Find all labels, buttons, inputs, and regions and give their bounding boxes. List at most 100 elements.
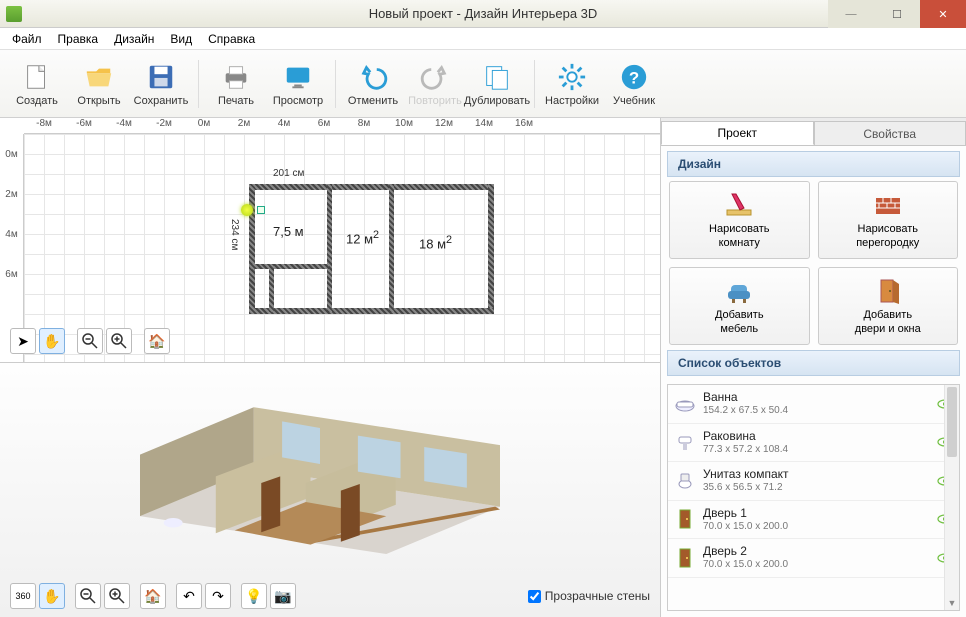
iso-render — [110, 393, 530, 573]
pan-tool[interactable]: ✋ — [39, 328, 65, 354]
door-icon — [873, 276, 903, 306]
window-title: Новый проект - Дизайн Интерьера 3D — [369, 6, 598, 21]
help-icon: ? — [618, 61, 650, 93]
floor-plan[interactable]: 7,5 м 12 м2 18 м2 201 см 234 см — [249, 164, 494, 314]
transparent-walls-input[interactable] — [528, 590, 541, 603]
dimension-width: 201 см — [273, 168, 304, 179]
door-icon — [674, 547, 696, 569]
zoom-in-button[interactable] — [106, 328, 132, 354]
door-icon — [674, 508, 696, 530]
zoom-out-3d-button[interactable] — [75, 583, 101, 609]
new-file-icon — [21, 61, 53, 93]
save-button[interactable]: Сохранить — [130, 54, 192, 114]
active-handle-icon[interactable] — [241, 204, 253, 216]
plan-2d-view[interactable]: -8м-6м-4м-2м0м2м4м6м8м10м12м14м16м 0м2м4… — [0, 118, 660, 363]
pencil-ruler-icon — [724, 190, 754, 220]
toilet-icon — [674, 470, 696, 492]
rotate-left-button[interactable]: ↶ — [176, 583, 202, 609]
object-row[interactable]: Ванна154.2 x 67.5 x 50.4 — [668, 385, 959, 424]
object-name: Дверь 1 — [703, 506, 930, 521]
object-list[interactable]: Ванна154.2 x 67.5 x 50.4Раковина77.3 x 5… — [667, 384, 960, 611]
object-name: Унитаз компакт — [703, 467, 930, 482]
scroll-down-icon[interactable]: ▼ — [945, 595, 959, 610]
toolbar-2d: ➤ ✋ 🏠 — [10, 328, 170, 354]
pointer-tool[interactable]: ➤ — [10, 328, 36, 354]
tab-properties[interactable]: Свойства — [814, 121, 966, 145]
selection-handle[interactable] — [257, 206, 265, 214]
maximize-button[interactable]: ☐ — [874, 0, 920, 28]
pan-3d-tool[interactable]: ✋ — [39, 583, 65, 609]
room-label-3: 18 м2 — [419, 234, 452, 251]
preview-button[interactable]: Просмотр — [267, 54, 329, 114]
object-name: Ванна — [703, 390, 930, 405]
object-dimensions: 70.0 x 15.0 x 200.0 — [703, 559, 930, 572]
folder-open-icon — [83, 61, 115, 93]
orbit-tool[interactable]: 360 — [10, 583, 36, 609]
transparent-walls-checkbox[interactable]: Прозрачные стены — [528, 589, 650, 603]
menubar: Файл Правка Дизайн Вид Справка — [0, 28, 966, 50]
object-name: Дверь 2 — [703, 544, 930, 559]
light-button[interactable]: 💡 — [241, 583, 267, 609]
panel-tabs: Проект Свойства — [661, 118, 966, 146]
dimension-height: 234 см — [229, 219, 240, 250]
settings-button[interactable]: Настройки — [541, 54, 603, 114]
object-name: Раковина — [703, 429, 930, 444]
print-button[interactable]: Печать — [205, 54, 267, 114]
duplicate-icon — [481, 61, 513, 93]
room-label-1: 7,5 м — [273, 224, 304, 239]
open-button[interactable]: Открыть — [68, 54, 130, 114]
armchair-icon — [724, 276, 754, 306]
object-row[interactable]: Унитаз компакт35.6 x 56.5 x 71.2 — [668, 462, 959, 501]
object-row[interactable]: Раковина77.3 x 57.2 x 108.4 — [668, 424, 959, 463]
main-toolbar: Создать Открыть Сохранить Печать Просмот… — [0, 50, 966, 118]
object-dimensions: 70.0 x 15.0 x 200.0 — [703, 521, 930, 534]
undo-button[interactable]: Отменить — [342, 54, 404, 114]
add-furniture-button[interactable]: Добавитьмебель — [669, 267, 810, 345]
object-dimensions: 35.6 x 56.5 x 71.2 — [703, 482, 930, 495]
home-button[interactable]: 🏠 — [144, 328, 170, 354]
add-doors-windows-button[interactable]: Добавитьдвери и окна — [818, 267, 959, 345]
close-button[interactable]: ✕ — [920, 0, 966, 28]
create-button[interactable]: Создать — [6, 54, 68, 114]
rotate-right-button[interactable]: ↷ — [205, 583, 231, 609]
sink-icon — [674, 431, 696, 453]
section-objects: Список объектов — [667, 350, 960, 376]
printer-icon — [220, 61, 252, 93]
tab-project[interactable]: Проект — [661, 121, 814, 145]
side-panel: Проект Свойства Дизайн Нарисоватькомнату… — [661, 118, 966, 617]
duplicate-button[interactable]: Дублировать — [466, 54, 528, 114]
monitor-icon — [282, 61, 314, 93]
brick-wall-icon — [873, 190, 903, 220]
section-design: Дизайн — [667, 151, 960, 177]
object-list-scrollbar[interactable]: ▲ ▼ — [944, 385, 959, 610]
menu-file[interactable]: Файл — [4, 30, 50, 48]
toolbar-3d: 360 ✋ 🏠 ↶ ↷ 💡 📷 Прозрачные стены — [10, 583, 650, 609]
menu-design[interactable]: Дизайн — [106, 30, 162, 48]
zoom-out-button[interactable] — [77, 328, 103, 354]
svg-text:?: ? — [629, 68, 639, 87]
room-label-2: 12 м2 — [346, 229, 379, 246]
camera-button[interactable]: 📷 — [270, 583, 296, 609]
menu-edit[interactable]: Правка — [50, 30, 107, 48]
zoom-in-3d-button[interactable] — [104, 583, 130, 609]
redo-button[interactable]: Повторить — [404, 54, 466, 114]
object-row[interactable]: Дверь 170.0 x 15.0 x 200.0 — [668, 501, 959, 540]
menu-help[interactable]: Справка — [200, 30, 263, 48]
manual-button[interactable]: ?Учебник — [603, 54, 665, 114]
floppy-icon — [145, 61, 177, 93]
object-dimensions: 154.2 x 67.5 x 50.4 — [703, 405, 930, 418]
gear-icon — [556, 61, 588, 93]
scroll-thumb[interactable] — [947, 387, 957, 457]
draw-partition-button[interactable]: Нарисоватьперегородку — [818, 181, 959, 259]
object-row[interactable]: Дверь 270.0 x 15.0 x 200.0 — [668, 539, 959, 578]
draw-room-button[interactable]: Нарисоватькомнату — [669, 181, 810, 259]
home-3d-button[interactable]: 🏠 — [140, 583, 166, 609]
minimize-button[interactable]: — — [828, 0, 874, 28]
undo-icon — [357, 61, 389, 93]
bathtub-icon — [674, 393, 696, 415]
plan-3d-view[interactable]: 360 ✋ 🏠 ↶ ↷ 💡 📷 Прозрачные стены — [0, 363, 660, 617]
menu-view[interactable]: Вид — [162, 30, 200, 48]
redo-icon — [419, 61, 451, 93]
app-icon — [6, 6, 22, 22]
object-dimensions: 77.3 x 57.2 x 108.4 — [703, 444, 930, 457]
